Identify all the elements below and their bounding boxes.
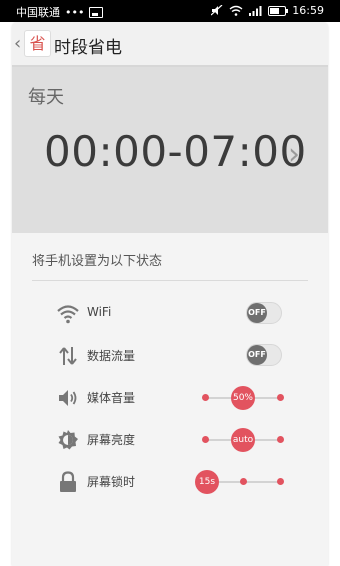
wifi-icon [229,5,243,16]
mute-icon [211,5,223,16]
notification-dots: ••• [65,5,85,19]
title-bar: ‹ 省 时段省电 [12,22,328,67]
setting-label: 媒体音量 [87,391,136,405]
setting-row-lock: 屏幕锁时 15s [12,464,328,500]
signal-icon [249,6,262,16]
slider-stop[interactable] [202,436,209,443]
image-icon [89,6,104,18]
time-range: 00:00-07:00 [44,127,307,176]
toggle-knob: OFF [247,303,267,323]
app-icon[interactable]: 省 [24,30,51,57]
carrier-label: 中国联通 [16,6,60,19]
back-chevron-icon[interactable]: ‹ [14,33,21,54]
wifi-icon [57,305,79,324]
setting-row-volume: 媒体音量 50% [12,380,328,416]
setting-label: 数据流量 [87,349,136,363]
slider-thumb[interactable]: auto [231,428,255,452]
slider-thumb[interactable]: 50% [231,386,255,410]
brightness-slider[interactable]: auto [198,428,288,452]
slider-stop[interactable] [240,478,247,485]
toggle-knob: OFF [247,345,267,365]
section-title: 将手机设置为以下状态 [32,254,163,269]
setting-label: 屏幕亮度 [87,433,136,447]
repeat-period: 每天 [28,87,64,108]
setting-label: WiFi [87,305,112,319]
setting-label: 屏幕锁时 [87,475,136,489]
wifi-toggle[interactable]: OFF [246,302,282,324]
slider-stop[interactable] [277,436,284,443]
slider-stop[interactable] [277,394,284,401]
battery-icon [268,5,289,16]
setting-row-data: 数据流量 OFF [12,338,328,374]
data-toggle[interactable]: OFF [246,344,282,366]
chevron-right-icon[interactable]: › [288,137,300,172]
lock-timer-slider[interactable]: 15s [195,470,288,494]
clock: 16:59 [292,4,324,17]
page-title: 时段省电 [54,38,122,58]
volume-slider[interactable]: 50% [198,386,288,410]
setting-row-brightness: 屏幕亮度 auto [12,422,328,458]
data-arrows-icon [59,347,77,365]
schedule-panel[interactable]: 每天 00:00-07:00 › [12,67,328,233]
brightness-icon [58,430,78,450]
speaker-icon [59,390,77,406]
slider-stop[interactable] [277,478,284,485]
app-window: ‹ 省 时段省电 每天 00:00-07:00 › 将手机设置为以下状态 WiF… [12,22,328,566]
slider-stop[interactable] [202,394,209,401]
divider [32,280,308,281]
setting-row-wifi: WiFi OFF [12,296,328,332]
screen: 中国联通 ••• 16:59 ‹ 省 时段省电 每天 00:00-07:00 ›… [0,0,340,566]
status-bar: 中国联通 ••• 16:59 [0,0,340,22]
slider-thumb[interactable]: 15s [195,470,219,494]
lock-icon [60,471,76,492]
